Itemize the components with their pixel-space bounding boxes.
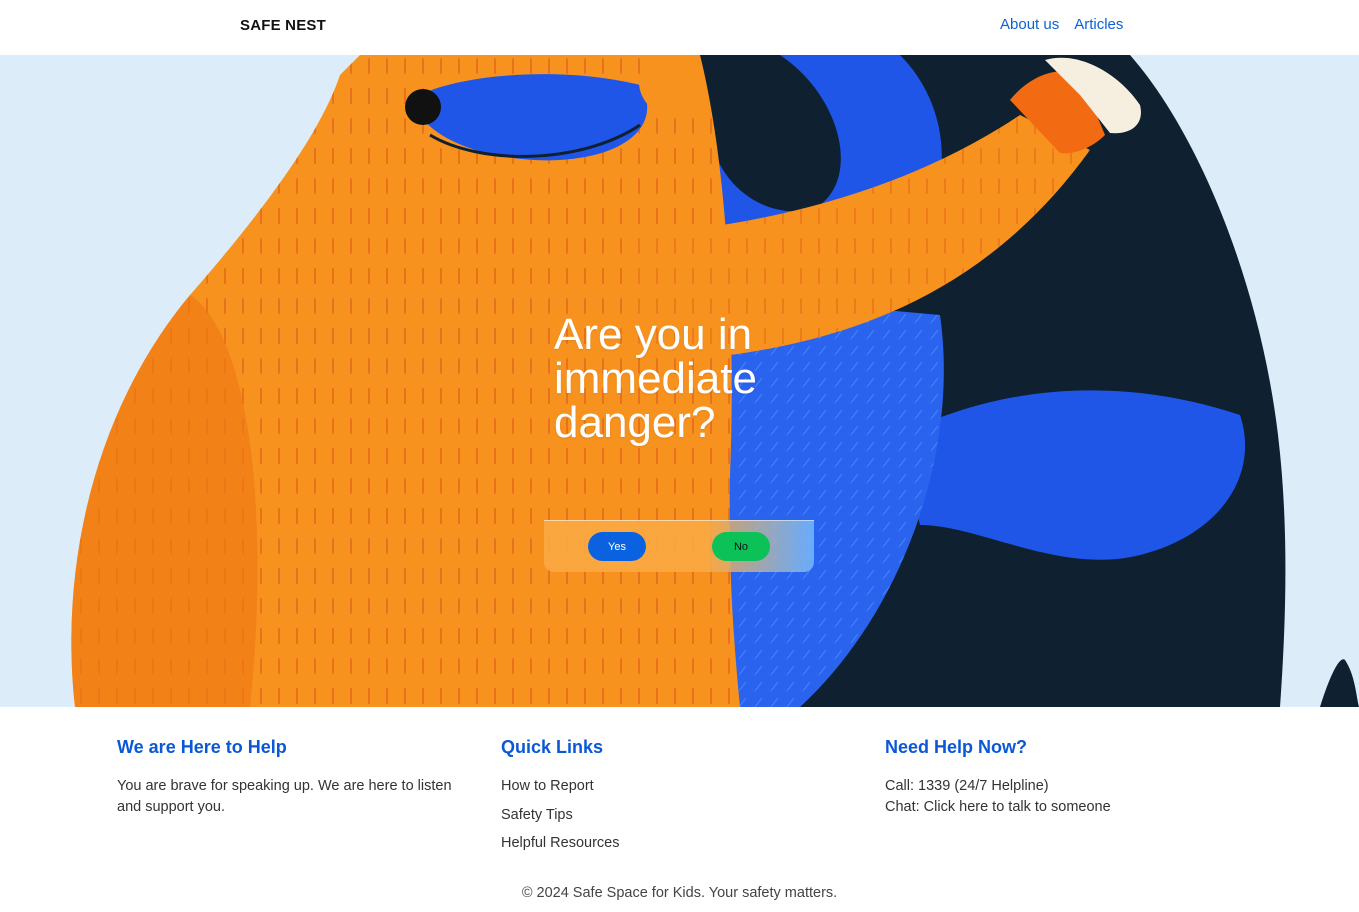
footer-help-title: Need Help Now?	[885, 737, 1028, 757]
nav-about-us-link[interactable]: About us	[1000, 16, 1059, 33]
footer-helpline-call[interactable]: Call: 1339 (24/7 Helpline)	[885, 776, 1225, 797]
brand-logo[interactable]: SAFE NEST	[240, 17, 326, 34]
footer-link-safety-tips[interactable]: Safety Tips	[501, 805, 841, 826]
footer-about-title: We are Here to Help	[117, 737, 287, 757]
answer-panel: Yes No	[544, 520, 814, 572]
footer-link-how-to-report[interactable]: How to Report	[501, 776, 841, 797]
footer-quick-links-column: Quick Links How to Report Safety Tips He…	[501, 737, 841, 862]
footer-link-helpful-resources[interactable]: Helpful Resources	[501, 833, 841, 854]
nav-articles-link[interactable]: Articles	[1074, 16, 1123, 33]
footer-chat-link[interactable]: Chat: Click here to talk to someone	[885, 797, 1225, 818]
footer-copyright: © 2024 Safe Space for Kids. Your safety …	[521, 885, 838, 901]
hero-section: Are you in immediate danger? Yes No	[0, 55, 1359, 707]
footer-help-column: Need Help Now? Call: 1339 (24/7 Helpline…	[885, 737, 1225, 818]
yes-button[interactable]: Yes	[588, 532, 646, 561]
main-nav: About us Articles	[1000, 16, 1123, 33]
footer-about-text: You are brave for speaking up. We are he…	[117, 778, 452, 815]
footer: We are Here to Help You are brave for sp…	[0, 707, 1359, 912]
footer-about-column: We are Here to Help You are brave for sp…	[117, 737, 457, 818]
top-navigation-bar: SAFE NEST About us Articles	[0, 0, 1359, 55]
no-button[interactable]: No	[712, 532, 770, 561]
danger-question-heading: Are you in immediate danger?	[554, 310, 757, 447]
footer-quick-links-title: Quick Links	[501, 737, 604, 757]
